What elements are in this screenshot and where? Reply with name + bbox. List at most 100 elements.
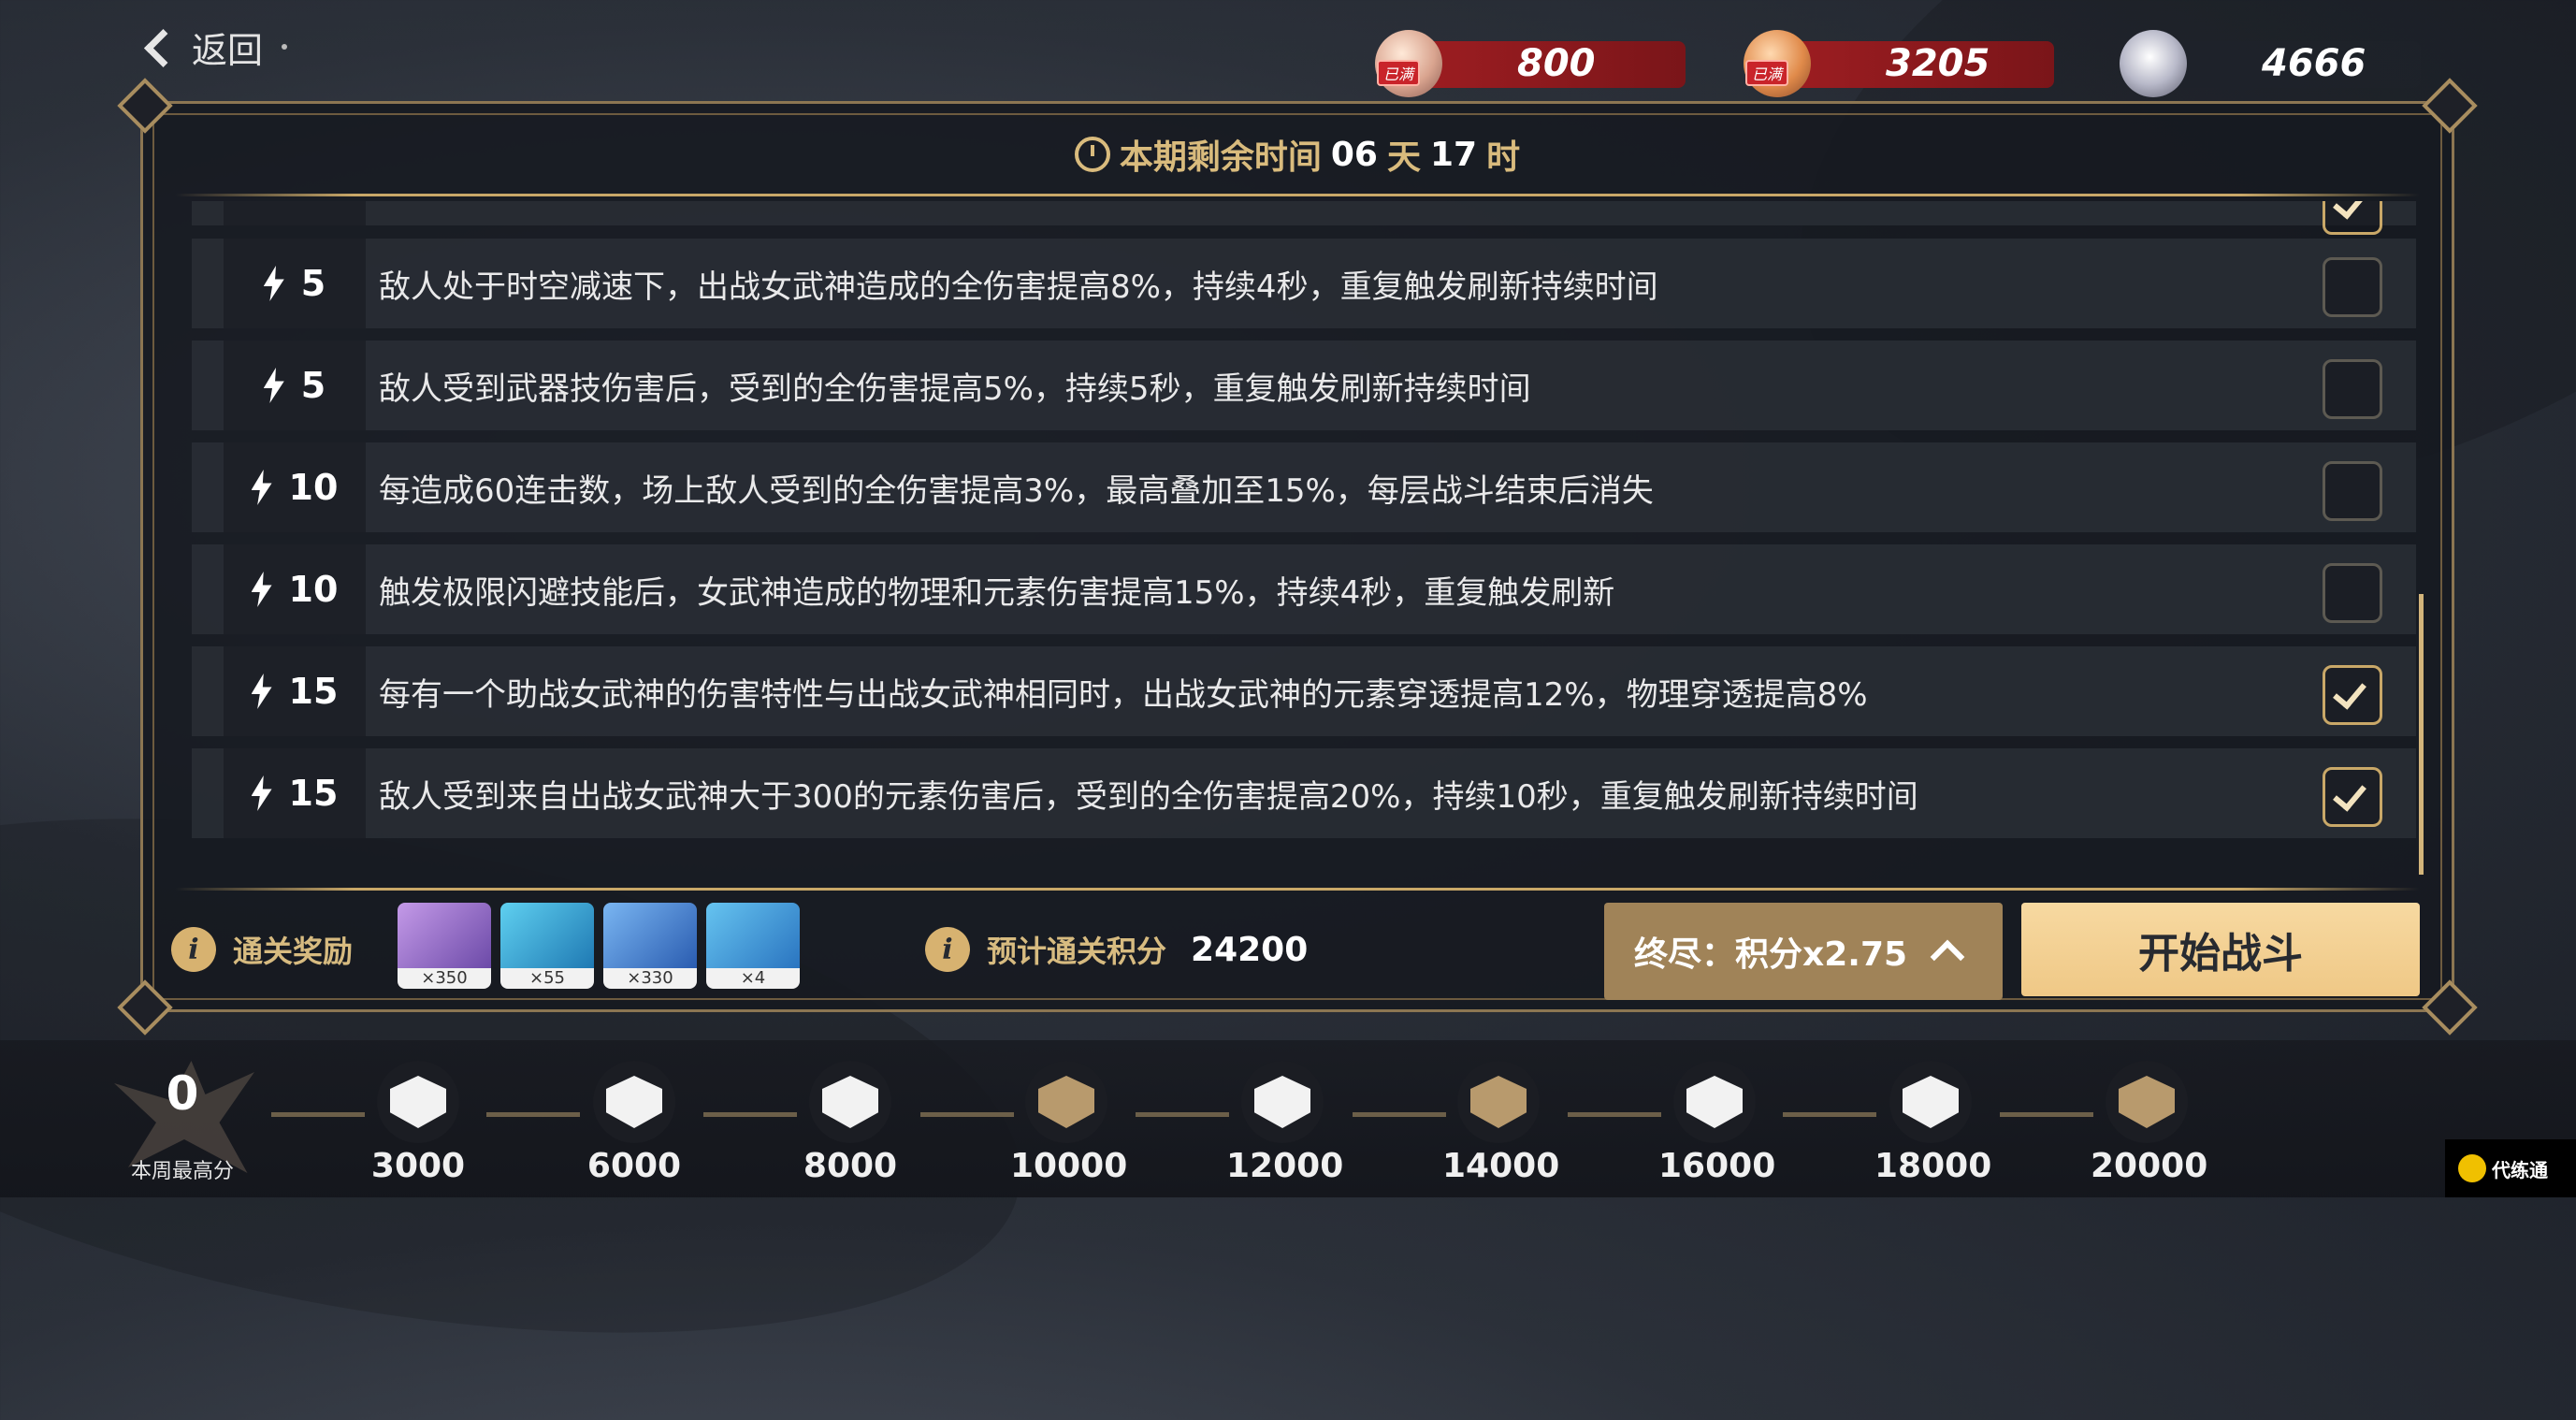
buff-row[interactable]: 15 每有一个助战女武神的伤害特性与出战女武神相同时，出战女武神的元素穿透提高1… (192, 646, 2416, 736)
buff-row[interactable]: 10 每造成60连击数，场上敌人受到的全伤害提高3%，最高叠加至15%，每层战斗… (192, 442, 2416, 532)
buff-cost: 10 (224, 442, 366, 532)
emblem-amount: 4666 (2262, 42, 2366, 85)
coin-icon: 已满 (1744, 30, 1811, 97)
reward-qty: ×330 (603, 968, 697, 989)
best-score-value: 0 (166, 1066, 199, 1121)
reward-item[interactable]: ×4 (706, 903, 800, 989)
buff-cost: 5 (224, 239, 366, 328)
buff-checkbox[interactable] (2323, 461, 2382, 521)
coin-amount: 3205 (1886, 42, 1990, 85)
milestone-value: 10000 (1010, 1147, 1128, 1185)
info-icon[interactable]: i (925, 927, 970, 972)
buff-cost: 10 (224, 544, 366, 634)
track-segment (2000, 1112, 2093, 1117)
buff-description: 敌人受到来自出战女武神大于300的元素伤害后，受到的全伤害提高20%，持续10秒… (379, 777, 1918, 816)
milestone-chest[interactable]: 6000 (578, 1061, 690, 1192)
buff-checkbox-checked[interactable] (2323, 665, 2382, 725)
timer-hours: 17 (1430, 135, 1478, 174)
scrollbar[interactable] (2419, 594, 2424, 875)
watermark-logo-icon (2458, 1154, 2486, 1182)
chest-icon (1038, 1076, 1094, 1128)
timer-hours-unit: 时 (1486, 138, 1521, 177)
timer-days: 06 (1330, 135, 1378, 174)
reward-section: i 通关奖励 (171, 927, 353, 972)
track-segment (1136, 1112, 1229, 1117)
track-segment (1568, 1112, 1661, 1117)
track-segment (1353, 1112, 1446, 1117)
expected-score: i 预计通关积分 24200 (925, 927, 1308, 972)
chest-icon (822, 1076, 878, 1128)
difficulty-select-button[interactable]: 终尽：积分x2.75 (1604, 903, 2003, 1000)
chevron-up-icon (1930, 939, 1965, 975)
blue-crystal-icon (603, 903, 697, 968)
milestone-value: 12000 (1226, 1147, 1344, 1185)
buff-panel: 本期剩余时间 06 天 17 时 5 敌人处于时空减速下，出战女武神造成的全伤害… (117, 78, 2478, 1036)
full-tag: 已满 (1745, 60, 1789, 86)
currency-crystal[interactable]: 已满 800 (1375, 30, 1686, 97)
track-segment (920, 1112, 1014, 1117)
currency-emblem[interactable]: 4666 (2120, 30, 2421, 97)
buff-row[interactable]: 10 触发极限闪避技能后，女武神造成的物理和元素伤害提高15%，持续4秒，重复触… (192, 544, 2416, 634)
buff-checkbox[interactable] (2323, 201, 2382, 235)
milestone-value: 8000 (803, 1147, 898, 1185)
full-tag: 已满 (1377, 60, 1421, 86)
reward-label: 通关奖励 (233, 934, 354, 969)
milestone-chest[interactable]: 18000 (1874, 1061, 1992, 1192)
green-coin-icon (500, 903, 594, 968)
buff-checkbox[interactable] (2323, 257, 2382, 317)
chevron-left-icon (143, 28, 183, 67)
lightning-icon (251, 572, 272, 607)
track-segment (486, 1112, 580, 1117)
milestone-chest[interactable]: 16000 (1658, 1061, 1775, 1192)
chest-icon (390, 1076, 446, 1128)
lightning-icon (251, 470, 272, 505)
back-button[interactable]: 返回 (143, 17, 288, 77)
reward-item[interactable]: ×55 (500, 903, 594, 989)
milestone-chest[interactable]: 20000 (2091, 1061, 2207, 1192)
buff-checkbox[interactable] (2323, 359, 2382, 419)
start-battle-button[interactable]: 开始战斗 (2021, 903, 2420, 996)
milestone-value: 3000 (370, 1147, 466, 1185)
weekly-score-track: 0 本周最高分 3000 6000 8000 10000 12000 14000… (0, 1040, 2576, 1197)
reward-qty: ×350 (398, 968, 491, 989)
milestone-chest[interactable]: 3000 (362, 1061, 474, 1192)
buff-description: 敌人受到武器技伤害后，受到的全伤害提高5%，持续5秒，重复触发刷新持续时间 (379, 369, 1531, 408)
divider (175, 888, 2420, 891)
milestone-chest[interactable]: 14000 (1442, 1061, 1560, 1192)
lightning-icon (251, 674, 272, 709)
track-segment (703, 1112, 797, 1117)
clock-icon (1074, 137, 1110, 172)
buff-description: 敌人处于时空减速下，出战女武神造成的全伤害提高8%，持续4秒，重复触发刷新持续时… (379, 268, 1658, 306)
milestone-chest[interactable]: 8000 (794, 1061, 906, 1192)
reward-item[interactable]: ×330 (603, 903, 697, 989)
buff-checkbox[interactable] (2323, 563, 2382, 623)
buff-cost: 15 (224, 748, 366, 838)
info-icon[interactable]: i (171, 927, 216, 972)
lightning-icon (251, 775, 272, 811)
milestone-value: 14000 (1442, 1147, 1560, 1185)
chest-icon (1254, 1076, 1310, 1128)
valkyrie-fragment-icon (398, 903, 491, 968)
buff-list[interactable]: 5 敌人处于时空减速下，出战女武神造成的全伤害提高8%，持续4秒，重复触发刷新持… (192, 201, 2416, 961)
watermark-text: 代练通 (2492, 1158, 2548, 1181)
score-label: 预计通关积分 (987, 934, 1167, 969)
reward-item[interactable]: ×350 (398, 903, 491, 989)
best-score-label: 本周最高分 (130, 1160, 234, 1183)
buff-cost: 15 (224, 646, 366, 736)
currency-coin[interactable]: 已满 3205 (1744, 30, 2054, 97)
buff-row[interactable]: 15 敌人受到来自出战女武神大于300的元素伤害后，受到的全伤害提高20%，持续… (192, 748, 2416, 838)
difficulty-label: 终尽：积分x2.75 (1634, 935, 1908, 974)
buff-row[interactable]: 5 敌人受到武器技伤害后，受到的全伤害提高5%，持续5秒，重复触发刷新持续时间 (192, 341, 2416, 430)
crystal-amount: 800 (1517, 42, 1596, 85)
buff-row[interactable]: 5 敌人处于时空减速下，出战女武神造成的全伤害提高8%，持续4秒，重复触发刷新持… (192, 239, 2416, 328)
milestone-chest[interactable]: 10000 (1010, 1061, 1128, 1192)
reward-qty: ×4 (706, 968, 800, 989)
milestone-value: 6000 (586, 1147, 682, 1185)
crystal-icon: 已满 (1375, 30, 1442, 97)
buff-checkbox-checked[interactable] (2323, 767, 2382, 827)
chest-icon (1686, 1076, 1743, 1128)
chest-icon (1470, 1076, 1527, 1128)
milestone-chest[interactable]: 12000 (1226, 1061, 1344, 1192)
buff-description: 每造成60连击数，场上敌人受到的全伤害提高3%，最高叠加至15%，每层战斗结束后… (379, 471, 1654, 510)
milestone-value: 18000 (1874, 1147, 1992, 1185)
